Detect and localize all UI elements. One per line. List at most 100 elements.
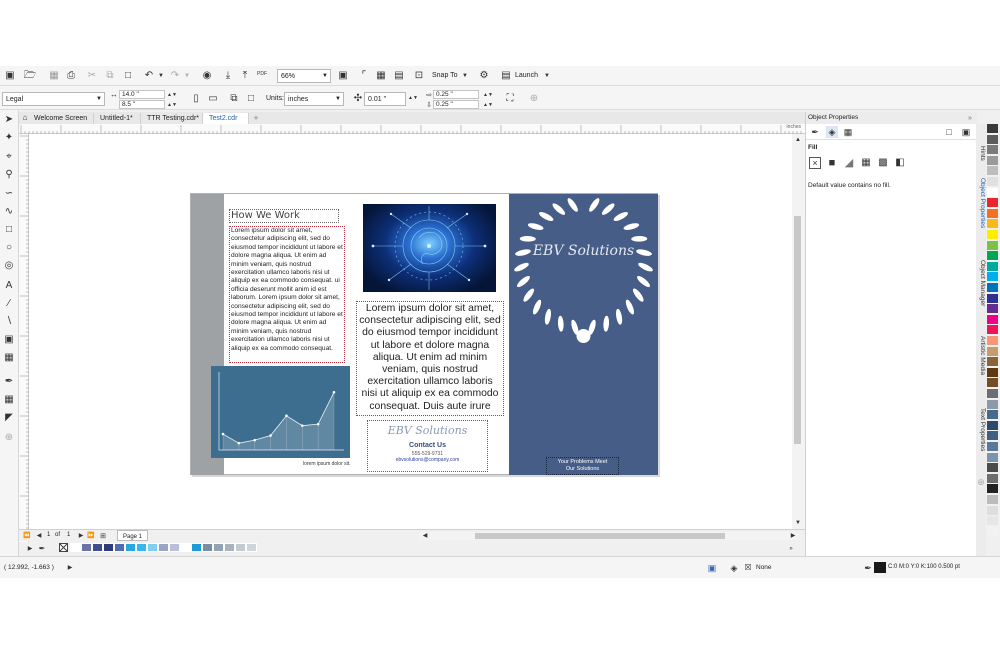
tab-object-manager[interactable]: Object Manager: [976, 256, 986, 306]
color-swatch[interactable]: [987, 410, 998, 420]
color-swatch[interactable]: [70, 543, 81, 552]
color-swatch[interactable]: [987, 272, 998, 282]
frame-alt-icon[interactable]: ▣: [960, 126, 972, 138]
first-page-icon[interactable]: ⏪: [21, 530, 33, 542]
show-grid-icon[interactable]: ▦: [375, 70, 387, 82]
crop-tool-icon[interactable]: ⌖: [3, 151, 15, 163]
no-fill-indicator-icon[interactable]: ☒: [742, 562, 754, 574]
color-swatch[interactable]: [987, 367, 998, 377]
how-we-work-heading[interactable]: How We Work: [229, 209, 339, 223]
color-swatch[interactable]: [987, 495, 998, 504]
color-swatch[interactable]: [92, 543, 103, 552]
print-icon[interactable]: ⎙: [65, 70, 77, 82]
add-icon[interactable]: ⊕: [528, 93, 540, 105]
color-swatch[interactable]: [169, 543, 180, 552]
color-swatch[interactable]: [987, 166, 998, 176]
fill-bucket-icon[interactable]: ◈: [728, 562, 740, 574]
color-swatch[interactable]: [987, 230, 998, 239]
color-swatch[interactable]: [987, 452, 998, 462]
color-swatch[interactable]: [158, 543, 169, 552]
chevron-down-icon[interactable]: ▼: [459, 70, 471, 82]
undo-icon[interactable]: ↶: [143, 70, 155, 82]
color-swatch[interactable]: [987, 145, 998, 155]
interactive-fill-icon[interactable]: ▦: [3, 394, 15, 406]
color-swatch[interactable]: [191, 543, 202, 552]
chevron-down-icon[interactable]: ▼: [541, 70, 553, 82]
connector-tool-icon[interactable]: ∖: [3, 316, 15, 328]
copy-icon[interactable]: ⧉: [104, 70, 116, 82]
paste-icon[interactable]: □: [122, 70, 134, 82]
color-swatch[interactable]: [213, 543, 224, 552]
add-tool-icon[interactable]: ⊕: [3, 432, 15, 444]
color-swatch[interactable]: [987, 399, 998, 409]
color-swatch[interactable]: [987, 420, 998, 430]
add-page-icon[interactable]: ⊞: [97, 530, 109, 542]
color-swatch[interactable]: [987, 134, 998, 144]
color-swatch[interactable]: [235, 543, 246, 552]
export-icon[interactable]: ⤒: [239, 70, 251, 82]
color-swatch[interactable]: [987, 240, 998, 250]
open-folder-icon[interactable]: 🗁: [24, 70, 36, 82]
duplicate-x-field[interactable]: 0.25 ": [433, 90, 479, 99]
color-swatch[interactable]: [987, 219, 998, 229]
new-tab-icon[interactable]: +: [250, 112, 262, 124]
texture-fill-icon[interactable]: ▩: [877, 157, 889, 169]
status-menu-icon[interactable]: ▶: [64, 562, 76, 574]
pick-tool-icon[interactable]: ➤: [3, 114, 15, 126]
frame-icon[interactable]: □: [943, 126, 955, 138]
transparency-tab-icon[interactable]: ▦: [842, 126, 854, 138]
color-swatch[interactable]: [987, 187, 998, 197]
color-swatch[interactable]: [114, 543, 125, 552]
color-proof-icon[interactable]: ▣: [706, 562, 718, 574]
palette-menu-icon[interactable]: ▶: [24, 543, 36, 555]
color-swatch[interactable]: [987, 325, 998, 335]
tech-brain-image[interactable]: [363, 204, 496, 292]
cover-panel[interactable]: EBV Solutions Your Problems Meet Our Sol…: [509, 194, 658, 475]
color-swatch[interactable]: [987, 261, 998, 271]
color-swatch[interactable]: [987, 336, 998, 345]
no-fill-icon[interactable]: ×: [809, 157, 821, 169]
color-swatch[interactable]: [987, 293, 998, 303]
vertical-ruler[interactable]: [19, 134, 29, 544]
outline-color-swatch[interactable]: [874, 562, 886, 573]
color-swatch[interactable]: [987, 208, 998, 218]
search-content-icon[interactable]: ◉: [201, 70, 213, 82]
launch-icon[interactable]: ▤: [500, 70, 512, 82]
options-gear-icon[interactable]: ⚙: [478, 70, 490, 82]
page-size-combo[interactable]: Legal ▼: [2, 92, 105, 106]
color-swatch[interactable]: [987, 431, 998, 441]
color-swatch[interactable]: [987, 283, 998, 292]
no-color-swatch[interactable]: [59, 543, 68, 552]
color-swatch[interactable]: [224, 543, 235, 552]
docker-collapse-icon[interactable]: »: [964, 112, 976, 124]
color-swatch[interactable]: [987, 442, 998, 451]
color-swatch[interactable]: [81, 543, 92, 552]
color-swatch[interactable]: [987, 505, 998, 515]
color-swatch[interactable]: [136, 543, 147, 552]
blend-tool-icon[interactable]: ▣: [3, 334, 15, 346]
treat-as-filled-icon[interactable]: ⛶: [504, 93, 516, 105]
postscript-fill-icon[interactable]: ◧: [894, 157, 906, 169]
scroll-down-icon[interactable]: ▼: [792, 517, 804, 529]
eyedropper-icon[interactable]: ✒: [36, 543, 48, 555]
color-swatch[interactable]: [103, 543, 114, 552]
artistic-media-icon[interactable]: ∿: [3, 206, 15, 218]
horizontal-ruler[interactable]: inches: [19, 124, 805, 134]
page-width-field[interactable]: 14.0 ": [119, 90, 165, 99]
smart-fill-icon[interactable]: ◤: [3, 412, 15, 424]
redo-icon[interactable]: ↷: [169, 70, 181, 82]
color-swatch[interactable]: [987, 346, 998, 356]
document-page[interactable]: How We Work Lorem ipsum dolor sit amet, …: [190, 193, 658, 475]
palette-scroll-icon[interactable]: »: [785, 543, 797, 555]
duplicate-y-field[interactable]: 0.25 ": [433, 100, 479, 109]
scroll-thumb[interactable]: [475, 533, 725, 539]
save-icon[interactable]: ▦: [48, 70, 60, 82]
all-pages-icon[interactable]: ⧉: [228, 93, 240, 105]
page-height-field[interactable]: 8.5 ": [119, 100, 165, 109]
center-text-frame[interactable]: Lorem ipsum dolor sit amet, consectetur …: [356, 301, 504, 416]
scroll-up-icon[interactable]: ▲: [792, 134, 804, 146]
previous-page-icon[interactable]: ◀: [33, 530, 45, 542]
height-spinner-icon[interactable]: ▲▼: [166, 99, 178, 111]
color-swatch[interactable]: [987, 198, 998, 208]
add-docker-icon[interactable]: ⊕: [975, 476, 987, 488]
